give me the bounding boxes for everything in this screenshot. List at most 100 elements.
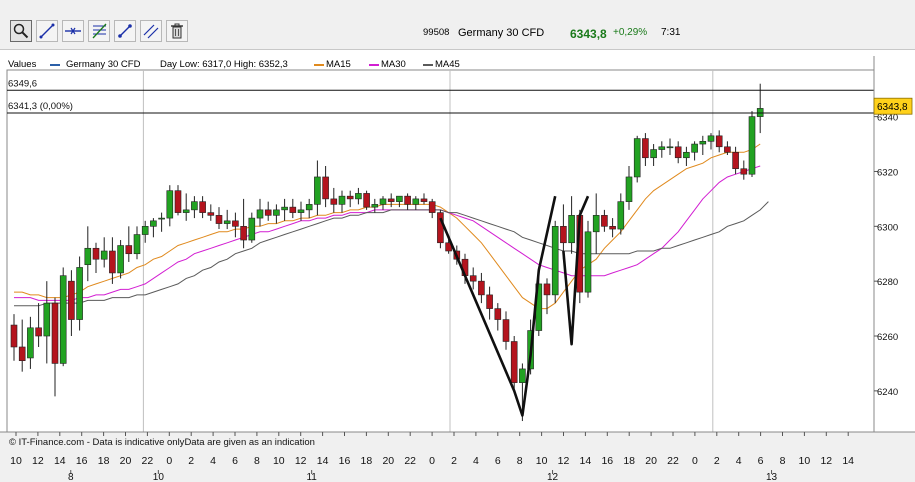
- candle-down: [494, 308, 502, 320]
- x-tick-label: 18: [98, 455, 110, 467]
- day-label: 10: [153, 472, 165, 482]
- candle-down: [502, 319, 510, 342]
- candle-up: [699, 141, 707, 145]
- x-tick-label: 20: [120, 455, 132, 467]
- candle-down: [609, 226, 616, 230]
- candle-up: [625, 176, 633, 202]
- y-tick-label: 6320: [877, 167, 898, 178]
- candle-up: [707, 135, 715, 142]
- candle-up: [584, 231, 592, 293]
- x-tick-label: 8: [517, 455, 523, 467]
- candle-down: [601, 215, 608, 227]
- x-tick-label: 10: [273, 455, 285, 467]
- candle-up: [568, 215, 575, 244]
- candle-up: [281, 206, 288, 211]
- candle-up: [338, 195, 346, 205]
- x-tick-label: 0: [429, 455, 435, 467]
- candle-up: [379, 198, 387, 205]
- x-tick-label: 4: [736, 455, 742, 467]
- candle-up: [256, 209, 264, 219]
- candle-up: [158, 217, 165, 220]
- level-label-ref: 6341,3 (0,00%): [8, 101, 73, 112]
- candle-up: [666, 146, 674, 149]
- x-tick-label: 18: [361, 455, 373, 467]
- x-tick-label: 8: [254, 455, 260, 467]
- x-tick-label: 18: [623, 455, 635, 467]
- candle-up: [756, 108, 764, 117]
- candle-down: [478, 280, 485, 296]
- candle-up: [396, 195, 403, 202]
- x-tick-label: 16: [76, 455, 88, 467]
- candle-down: [642, 138, 649, 159]
- candle-up: [551, 226, 559, 296]
- candle-up: [43, 302, 51, 337]
- candle-up: [297, 209, 305, 213]
- candle-down: [428, 201, 436, 213]
- chart-window: 99508 Germany 30 CFD 6343,8 +0,29% 7:31 …: [0, 0, 915, 482]
- candle-down: [740, 168, 748, 175]
- candle-up: [305, 204, 313, 211]
- x-tick-label: 14: [54, 455, 66, 467]
- candle-down: [387, 198, 395, 202]
- candle-up: [141, 226, 149, 235]
- y-tick-label: 6240: [877, 387, 898, 398]
- candle-up: [519, 368, 526, 383]
- candle-down: [404, 195, 411, 205]
- candle-down: [174, 190, 182, 213]
- x-tick-label: 6: [495, 455, 501, 467]
- candle-up: [100, 250, 108, 260]
- candle-up: [650, 149, 657, 159]
- candle-up: [59, 275, 67, 364]
- candle-down: [330, 198, 338, 205]
- x-tick-label: 14: [317, 455, 329, 467]
- candle-down: [346, 195, 354, 200]
- candle-down: [560, 226, 567, 244]
- x-tick-label: 8: [780, 455, 786, 467]
- y-tick-label: 6280: [877, 277, 898, 288]
- x-tick-label: 4: [473, 455, 479, 467]
- day-label: 13: [766, 472, 778, 482]
- candle-up: [248, 217, 256, 241]
- current-price-label: 6343,8: [877, 102, 908, 113]
- x-tick-label: 12: [295, 455, 307, 467]
- candle-up: [617, 201, 625, 230]
- price-chart[interactable]: 6349,66341,3 (0,00%) 6240626062806300632…: [0, 0, 915, 482]
- candle-up: [166, 190, 174, 219]
- x-tick-label: 10: [799, 455, 811, 467]
- x-tick-label: 20: [645, 455, 657, 467]
- candle-down: [35, 327, 42, 337]
- candle-down: [674, 146, 682, 159]
- candle-up: [273, 209, 280, 216]
- candle-down: [264, 209, 272, 216]
- candle-down: [724, 146, 731, 153]
- candle-down: [51, 302, 59, 364]
- y-tick-label: 6260: [877, 332, 898, 343]
- x-tick-label: 12: [32, 455, 44, 467]
- candle-up: [27, 327, 34, 359]
- candle-down: [125, 245, 133, 255]
- x-tick-label: 0: [166, 455, 172, 467]
- data-source-note: © IT-Finance.com - Data is indicative on…: [9, 437, 315, 448]
- x-tick-label: 16: [601, 455, 613, 467]
- candle-up: [223, 220, 231, 224]
- x-tick-label: 12: [820, 455, 832, 467]
- candle-up: [633, 138, 641, 178]
- x-tick-label: 4: [210, 455, 216, 467]
- candle-up: [658, 146, 666, 150]
- candle-up: [691, 143, 698, 153]
- candle-down: [715, 135, 723, 148]
- candle-up: [412, 198, 420, 205]
- x-tick-label: 14: [580, 455, 592, 467]
- x-tick-label: 6: [232, 455, 238, 467]
- candle-down: [732, 151, 739, 170]
- candle-up: [76, 267, 83, 320]
- candle-down: [92, 247, 100, 260]
- x-tick-label: 2: [188, 455, 194, 467]
- x-tick-label: 22: [667, 455, 679, 467]
- day-label: 12: [547, 472, 559, 482]
- x-tick-label: 0: [692, 455, 698, 467]
- x-tick-label: 20: [382, 455, 394, 467]
- candle-up: [117, 245, 124, 274]
- x-tick-label: 10: [536, 455, 548, 467]
- candle-down: [363, 193, 370, 208]
